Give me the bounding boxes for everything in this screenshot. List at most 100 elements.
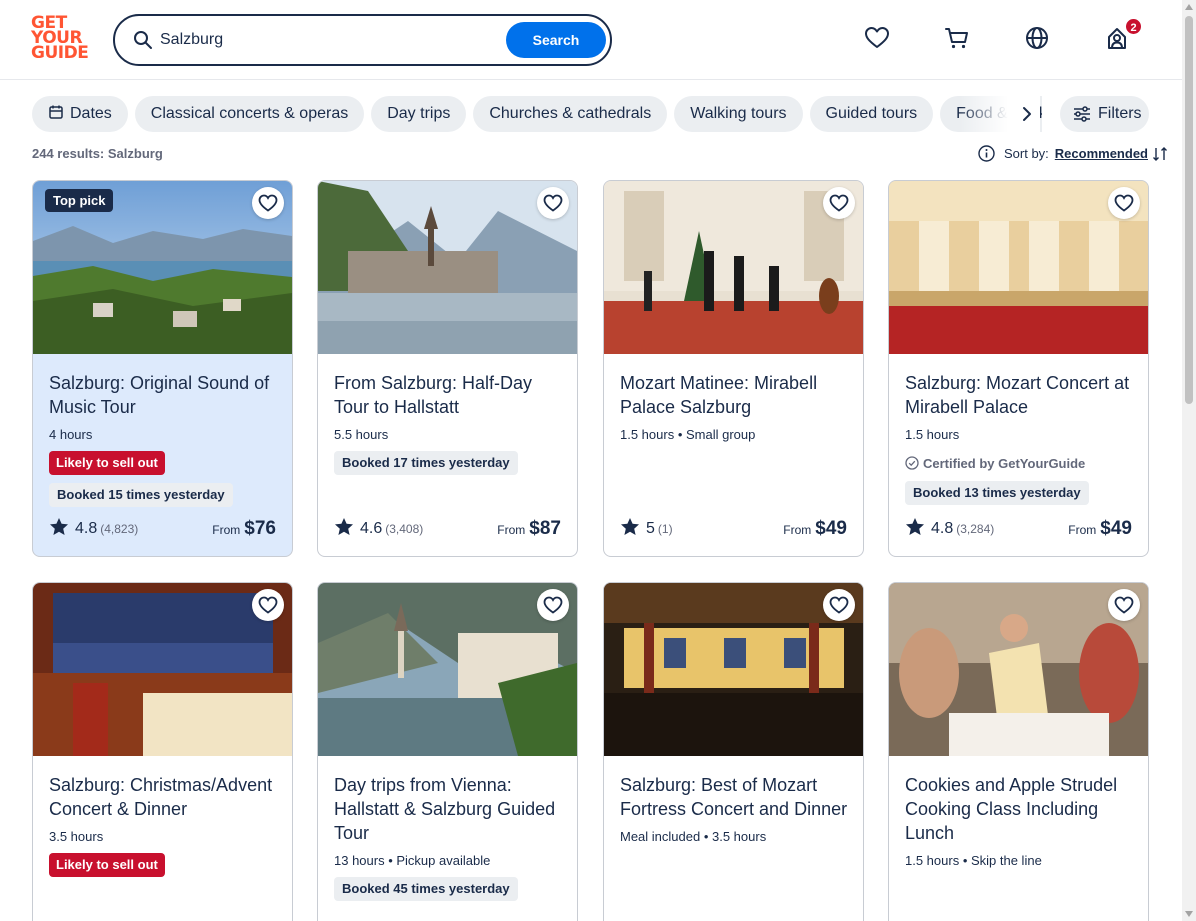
activity-meta: Meal included • 3.5 hours bbox=[620, 829, 767, 844]
chip-classical-concerts[interactable]: Classical concerts & operas bbox=[134, 96, 365, 132]
price: From $76 bbox=[212, 517, 276, 541]
activity-card[interactable]: Salzburg: Christmas/Advent Concert & Din… bbox=[32, 582, 293, 921]
filters-button[interactable]: Filters bbox=[1060, 96, 1149, 132]
activity-title[interactable]: Salzburg: Best of Mozart Fortress Concer… bbox=[620, 773, 852, 821]
filter-chip-row: Dates Classical concerts & operas Day trip… bbox=[32, 96, 1042, 132]
search-icon bbox=[134, 31, 152, 49]
getyourguide-logo[interactable]: GET YOUR GUIDE bbox=[31, 15, 91, 64]
heart-icon bbox=[258, 596, 278, 614]
booked-badge: Booked 15 times yesterday bbox=[49, 483, 233, 507]
chip-label: Dates bbox=[70, 105, 112, 122]
sort-control[interactable]: Sort by: Recommended bbox=[978, 144, 1167, 164]
top-pick-badge: Top pick bbox=[45, 189, 114, 212]
activity-card[interactable]: Mozart Matinee: Mirabell Palace Salzburg… bbox=[603, 180, 864, 557]
rating: 5 (1) bbox=[620, 517, 673, 539]
wishlist-button[interactable] bbox=[1108, 589, 1140, 621]
price-value: $87 bbox=[529, 518, 561, 539]
certified-text: Certified by GetYourGuide bbox=[923, 456, 1086, 471]
price-from: From bbox=[212, 523, 241, 537]
scroll-up-arrow-icon[interactable] bbox=[1185, 4, 1193, 10]
certified-icon bbox=[905, 456, 919, 470]
activity-meta: 4 hours bbox=[49, 427, 93, 442]
heart-icon bbox=[829, 194, 849, 212]
rating-value: 4.6 bbox=[360, 520, 383, 537]
rating-value: 4.8 bbox=[931, 520, 954, 537]
filters-label: Filters bbox=[1098, 105, 1142, 122]
activity-card[interactable]: Day trips from Vienna: Hallstatt & Salzb… bbox=[317, 582, 578, 921]
review-count: (3,408) bbox=[385, 522, 424, 536]
review-count: (1) bbox=[657, 522, 673, 536]
sliders-icon bbox=[1074, 106, 1090, 122]
search-input[interactable] bbox=[160, 27, 500, 53]
review-count: (3,284) bbox=[956, 522, 995, 536]
wishlist-button[interactable] bbox=[1108, 187, 1140, 219]
price-from: From bbox=[783, 523, 812, 537]
scroll-down-arrow-icon[interactable] bbox=[1185, 911, 1193, 917]
search-button[interactable]: Search bbox=[506, 22, 606, 58]
heart-icon bbox=[1114, 194, 1134, 212]
price: From $49 bbox=[1068, 517, 1132, 541]
certified-label: Certified by GetYourGuide bbox=[905, 456, 1085, 471]
chip-guided-tours[interactable]: Guided tours bbox=[809, 96, 934, 132]
activity-title[interactable]: Day trips from Vienna: Hallstatt & Salzb… bbox=[334, 773, 566, 845]
activity-card[interactable]: From Salzburg: Half-Day Tour to Hallstat… bbox=[317, 180, 578, 557]
wishlist-button[interactable] bbox=[823, 187, 855, 219]
heart-icon bbox=[543, 596, 563, 614]
wishlist-button[interactable] bbox=[537, 589, 569, 621]
star-icon bbox=[50, 518, 68, 535]
activity-title[interactable]: Salzburg: Mozart Concert at Mirabell Pal… bbox=[905, 371, 1137, 419]
sell-out-badge: Likely to sell out bbox=[49, 451, 165, 475]
price-value: $76 bbox=[244, 518, 276, 539]
chip-churches[interactable]: Churches & cathedrals bbox=[473, 96, 668, 132]
info-icon[interactable] bbox=[978, 145, 995, 162]
chip-day-trips[interactable]: Day trips bbox=[371, 96, 467, 132]
top-header: GET YOUR GUIDE Search 2 bbox=[0, 0, 1182, 80]
results-count: 244 results: Salzburg bbox=[32, 146, 163, 161]
price: From $49 bbox=[783, 517, 847, 541]
activity-title[interactable]: From Salzburg: Half-Day Tour to Hallstat… bbox=[334, 371, 566, 419]
price-from: From bbox=[497, 523, 526, 537]
activity-title[interactable]: Cookies and Apple Strudel Cooking Class … bbox=[905, 773, 1137, 845]
activity-title[interactable]: Salzburg: Christmas/Advent Concert & Din… bbox=[49, 773, 281, 821]
heart-icon bbox=[1114, 596, 1134, 614]
rating-value: 4.8 bbox=[75, 520, 98, 537]
activity-meta: 1.5 hours • Small group bbox=[620, 427, 756, 442]
activity-meta: 1.5 hours • Skip the line bbox=[905, 853, 1042, 868]
rating: 4.6 (3,408) bbox=[334, 517, 423, 539]
cart-icon[interactable] bbox=[944, 25, 970, 51]
star-icon bbox=[335, 518, 353, 535]
star-icon bbox=[906, 518, 924, 535]
review-count: (4,823) bbox=[100, 522, 139, 536]
activity-card[interactable]: Salzburg: Best of Mozart Fortress Concer… bbox=[603, 582, 864, 921]
heart-icon bbox=[543, 194, 563, 212]
wishlist-heart-icon[interactable] bbox=[864, 25, 890, 51]
booked-badge: Booked 17 times yesterday bbox=[334, 451, 518, 475]
activity-card[interactable]: Cookies and Apple Strudel Cooking Class … bbox=[888, 582, 1149, 921]
wishlist-button[interactable] bbox=[823, 589, 855, 621]
price-value: $49 bbox=[1100, 518, 1132, 539]
sort-icon[interactable] bbox=[1152, 146, 1168, 162]
activity-title[interactable]: Mozart Matinee: Mirabell Palace Salzburg bbox=[620, 371, 852, 419]
page-scrollbar[interactable] bbox=[1182, 0, 1196, 921]
sort-label: Sort by: bbox=[1004, 146, 1049, 161]
booked-badge: Booked 13 times yesterday bbox=[905, 481, 1089, 505]
calendar-icon bbox=[49, 105, 63, 120]
activity-card[interactable]: Top pick Salzburg: Original Sound of Mus… bbox=[32, 180, 293, 557]
scrollbar-thumb[interactable] bbox=[1185, 16, 1193, 404]
activity-card[interactable]: Salzburg: Mozart Concert at Mirabell Pal… bbox=[888, 180, 1149, 557]
chip-walking-tours[interactable]: Walking tours bbox=[674, 96, 803, 132]
chevron-right-icon[interactable] bbox=[1015, 103, 1039, 125]
wishlist-button[interactable] bbox=[537, 187, 569, 219]
globe-icon[interactable] bbox=[1024, 25, 1050, 51]
price-from: From bbox=[1068, 523, 1097, 537]
activity-meta: 1.5 hours bbox=[905, 427, 960, 442]
cart-badge: 2 bbox=[1124, 17, 1143, 36]
activity-title[interactable]: Salzburg: Original Sound of Music Tour bbox=[49, 371, 281, 419]
activity-meta: 3.5 hours bbox=[49, 829, 104, 844]
logo-line-3: GUIDE bbox=[31, 43, 89, 63]
chip-dates[interactable]: Dates bbox=[32, 96, 128, 132]
wishlist-button[interactable] bbox=[252, 187, 284, 219]
wishlist-button[interactable] bbox=[252, 589, 284, 621]
sort-value[interactable]: Recommended bbox=[1055, 146, 1148, 161]
activity-meta: 13 hours • Pickup available bbox=[334, 853, 491, 868]
